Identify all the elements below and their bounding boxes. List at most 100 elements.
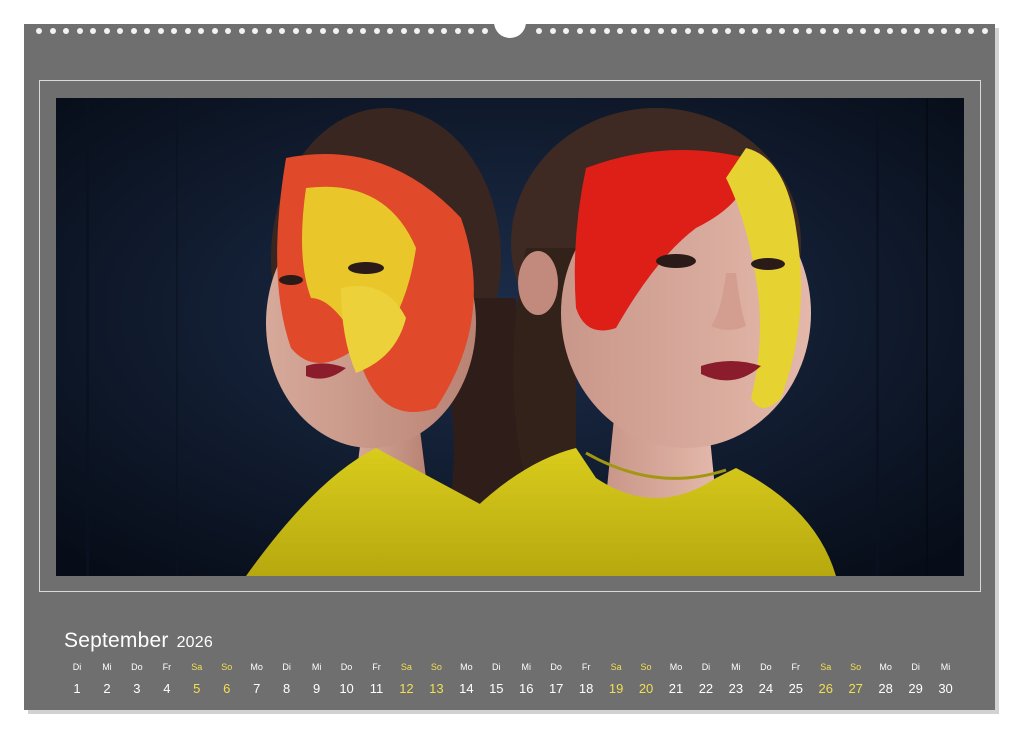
calendar-day: Di 29: [901, 660, 931, 696]
binding-hole: [765, 28, 772, 34]
day-number: 11: [369, 681, 384, 696]
binding-hole: [144, 28, 150, 34]
month-name: September: [64, 629, 169, 652]
binding-hole: [752, 28, 758, 34]
calendar-day: Mi 2: [92, 660, 122, 696]
calendar-day: Fr 11: [362, 660, 392, 696]
day-number: 3: [133, 681, 141, 696]
calendar-day: Fr 18: [571, 660, 601, 696]
day-number: 30: [938, 681, 953, 696]
binding-hole: [49, 28, 56, 34]
binding-hole: [76, 28, 83, 34]
binding-hole: [941, 28, 947, 34]
weekday-label: So: [850, 662, 862, 672]
binding-hole: [468, 28, 474, 34]
binding-hole: [536, 28, 542, 34]
binding-hole: [684, 28, 691, 34]
weekday-label: Sa: [610, 662, 622, 672]
binding-hole: [644, 28, 650, 34]
day-strip: Di 1 Mi 2 Do 3 Fr 4 Sa 5 So 6 Mo 7 Di 8 Mi 9 Do 10 Fr 11 Sa 12 S…: [62, 660, 982, 700]
day-number: 25: [788, 681, 804, 696]
day-number: 2: [103, 681, 111, 696]
calendar-day: Fr 4: [152, 660, 182, 696]
binding-hole: [265, 28, 272, 34]
day-number: 14: [459, 681, 474, 696]
spiral-binding: [24, 18, 995, 38]
binding-hole: [171, 28, 177, 34]
weekday-label: Do: [760, 662, 772, 672]
weekday-label: So: [221, 662, 233, 672]
binding-hole: [130, 28, 137, 34]
day-number: 22: [698, 681, 714, 696]
binding-hole: [617, 28, 623, 34]
calendar-day: Fr 25: [781, 660, 811, 696]
binding-hole: [211, 28, 218, 34]
calendar-day: Do 3: [122, 660, 152, 696]
binding-hole: [441, 28, 447, 34]
binding-hole: [900, 28, 907, 34]
calendar-day: Mi 23: [721, 660, 751, 696]
binding-hole: [454, 28, 461, 34]
calendar-day: Sa 12: [391, 660, 421, 696]
binding-hole: [563, 28, 569, 34]
weekday-label: Sa: [191, 662, 203, 672]
calendar-day: Sa 5: [182, 660, 212, 696]
binding-hole: [846, 28, 853, 34]
calendar-day: Di 8: [272, 660, 302, 696]
weekday-label: So: [640, 662, 652, 672]
binding-hole: [576, 28, 583, 34]
binding-hole: [157, 28, 164, 34]
day-number: 12: [399, 681, 414, 696]
day-number: 27: [848, 681, 863, 696]
binding-hole: [968, 28, 974, 34]
binding-hole: [860, 28, 866, 34]
day-number: 13: [429, 681, 444, 696]
binding-hole: [198, 28, 204, 34]
binding-hole: [346, 28, 353, 34]
binding-hole: [549, 28, 556, 34]
month-year: 2026: [176, 634, 213, 651]
binding-hole: [792, 28, 799, 34]
day-number: 10: [339, 681, 354, 696]
weekday-label: Di: [72, 662, 82, 672]
binding-hole: [590, 28, 596, 34]
day-number: 9: [312, 681, 321, 696]
calendar-day: Mo 14: [451, 660, 481, 696]
weekday-label: Di: [492, 662, 501, 672]
binding-hole: [481, 28, 488, 34]
calendar-day: Mi 30: [931, 660, 961, 696]
calendar-day: Mi 16: [511, 660, 541, 696]
calendar-day: So 6: [212, 660, 242, 696]
binding-hole: [779, 28, 785, 34]
binding-hole: [225, 28, 231, 34]
binding-hole: [427, 28, 434, 34]
day-number: 21: [668, 681, 684, 696]
binding-hole: [36, 28, 42, 34]
day-number: 7: [253, 681, 261, 696]
binding-hole: [279, 28, 285, 34]
binding-hole: [981, 28, 988, 34]
binding-hole: [414, 28, 420, 34]
weekday-label: Mi: [521, 662, 532, 672]
binding-hole: [103, 28, 110, 34]
binding-hole: [671, 28, 677, 34]
calendar-day: Do 17: [541, 660, 571, 696]
binding-hole: [333, 28, 339, 34]
binding-hole: [914, 28, 920, 34]
binding-hole: [603, 28, 610, 34]
binding-hole: [360, 28, 366, 34]
binding-hole: [292, 28, 299, 34]
weekday-label: Di: [282, 662, 291, 672]
month-title: September 2026: [64, 629, 213, 653]
weekday-label: Mo: [669, 662, 683, 672]
day-number: 23: [728, 681, 744, 696]
binding-hole: [90, 28, 96, 34]
binding-hole: [387, 28, 393, 34]
calendar-day: Sa 19: [601, 660, 631, 696]
weekday-label: Di: [701, 662, 711, 672]
weekday-label: Fr: [581, 662, 591, 672]
binding-hole: [400, 28, 407, 34]
day-number: 26: [818, 681, 833, 696]
binding-hole: [238, 28, 245, 34]
day-number: 8: [283, 681, 291, 696]
